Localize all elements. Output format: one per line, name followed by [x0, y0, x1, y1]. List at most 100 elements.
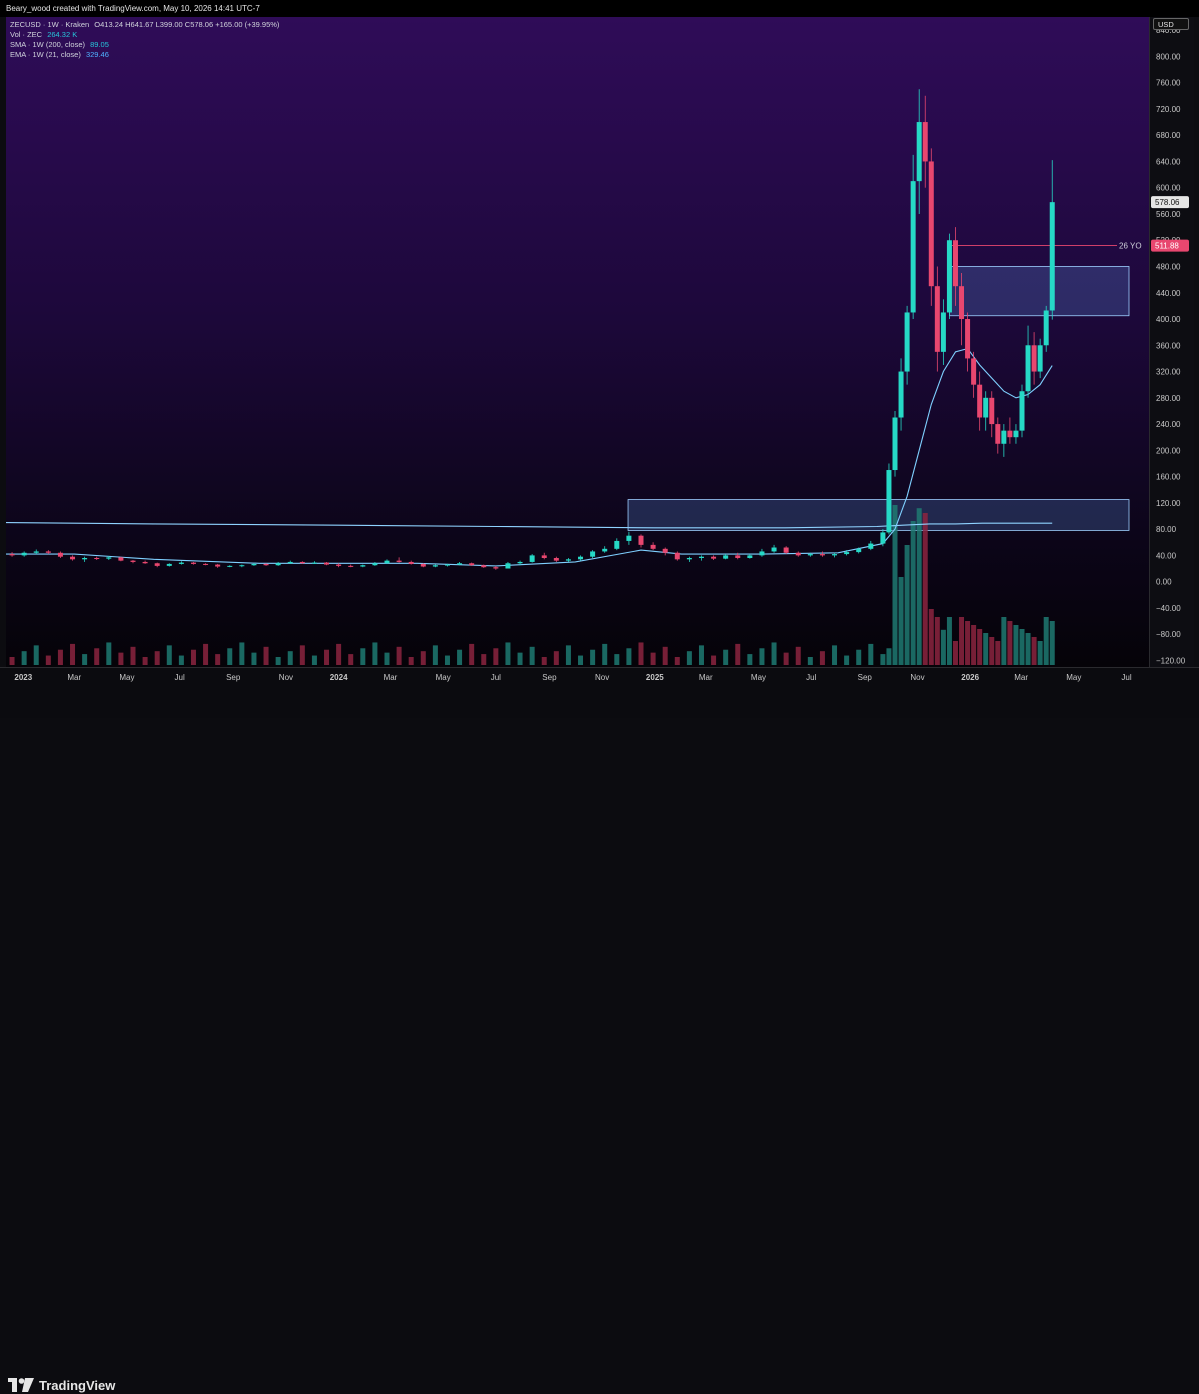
candle	[1043, 305, 1049, 352]
price-tick-label: 400.00	[1156, 315, 1181, 324]
candle	[1007, 417, 1013, 444]
volume-bar	[686, 651, 692, 665]
volume-bar	[1007, 621, 1013, 665]
volume-bar	[178, 655, 184, 665]
candle-body	[457, 563, 463, 565]
candle-body	[971, 358, 977, 385]
candle	[723, 554, 729, 560]
candle	[565, 558, 571, 562]
volume-bar	[553, 651, 559, 665]
volume-bar	[21, 651, 27, 665]
volume-bar	[898, 577, 904, 665]
candle	[348, 564, 354, 568]
volume-bar	[1001, 617, 1007, 665]
candle	[1049, 160, 1055, 320]
volume-bar	[578, 655, 584, 665]
candle-body	[348, 565, 354, 567]
price-axis[interactable]: 840.00800.00760.00720.00680.00640.00600.…	[1149, 17, 1194, 667]
volume-bar	[481, 654, 487, 665]
candle-body	[995, 424, 1001, 444]
volume-bar	[469, 643, 475, 665]
candle-body	[517, 561, 523, 564]
candle	[396, 557, 402, 563]
candle	[70, 555, 76, 561]
volume-bar	[989, 637, 995, 665]
candle	[82, 556, 88, 562]
volume-bar	[1043, 617, 1049, 665]
volume-bar	[166, 645, 172, 665]
candle-body	[977, 384, 983, 418]
candle	[215, 563, 221, 568]
candle	[227, 565, 233, 568]
candle	[360, 564, 366, 568]
candle	[57, 551, 63, 559]
candle-body	[928, 161, 934, 287]
volume-bar	[880, 654, 886, 665]
volume-bar	[977, 629, 983, 665]
candle-body	[1013, 430, 1019, 438]
volume-bar	[408, 657, 414, 665]
time-tick-label: Sep	[858, 673, 873, 682]
candle-body	[965, 319, 971, 359]
volume-bar	[995, 641, 1001, 665]
candle-body	[203, 563, 209, 565]
candle	[142, 560, 148, 564]
candle-body	[844, 552, 850, 555]
candle	[819, 551, 825, 557]
volume-bar	[82, 654, 88, 665]
candle	[529, 554, 535, 563]
price-tick-label: 680.00	[1156, 131, 1181, 140]
volume-bar	[916, 508, 922, 665]
credit-text: Beary_wood created with TradingView.com,…	[6, 4, 260, 13]
candle	[934, 266, 940, 372]
candle	[45, 550, 51, 555]
candle	[626, 531, 632, 545]
currency-badge[interactable]: USD	[1153, 18, 1189, 30]
tradingview-logo[interactable]: TradingView	[8, 1376, 115, 1394]
candle	[118, 556, 124, 562]
legend-symbol[interactable]: ZECUSD · 1W · Kraken O413.24 H641.67 L39…	[10, 20, 279, 30]
candle-body	[1043, 310, 1049, 346]
time-tick-label: 2025	[646, 673, 664, 682]
volume-bar	[432, 645, 438, 665]
price-tick-label: 80.00	[1156, 525, 1177, 534]
candle	[916, 89, 922, 214]
time-tick-label: Mar	[384, 673, 398, 682]
volume-bar	[723, 649, 729, 665]
candle-body	[989, 397, 995, 425]
time-axis[interactable]: 2023 Mar May Jul Sep Nov 2024 Mar May Jul Sep Nov 20…	[0, 667, 1199, 685]
chart-pane[interactable]: 26 YO	[6, 17, 1149, 667]
candle-body	[946, 240, 952, 313]
price-tick-label: 40.00	[1156, 551, 1177, 560]
candle	[989, 391, 995, 438]
legend-volume[interactable]: Vol · ZEC 264.32 K	[10, 30, 279, 40]
legend-ema[interactable]: EMA · 1W (21, close) 329.46	[10, 50, 279, 60]
candle	[795, 551, 801, 557]
candle-body	[408, 561, 414, 564]
candle	[759, 548, 765, 557]
candle-body	[1025, 345, 1031, 392]
candle-body	[396, 560, 402, 562]
candle-body	[529, 555, 535, 562]
price-chart[interactable]: 26 YO	[6, 17, 1149, 667]
candle-body	[432, 565, 438, 567]
candle-body	[759, 551, 765, 556]
candle-body	[82, 558, 88, 560]
candle-body	[602, 548, 608, 552]
price-tick-label: 440.00	[1156, 289, 1181, 298]
candle	[928, 148, 934, 306]
legend-sma[interactable]: SMA · 1W (200, close) 89.05	[10, 40, 279, 50]
price-tick-label: 600.00	[1156, 184, 1181, 193]
level-price-badge: 511.88	[1155, 242, 1179, 251]
volume-bar	[783, 652, 789, 665]
candle-body	[130, 560, 136, 562]
candle-body	[1049, 202, 1055, 311]
volume-bar	[910, 521, 916, 665]
candle-body	[372, 563, 378, 566]
volume-bar	[952, 641, 958, 665]
candle	[674, 551, 680, 561]
candle	[21, 551, 27, 557]
candle-body	[662, 548, 668, 553]
volume-bar	[529, 646, 535, 665]
volume-bar	[759, 648, 765, 665]
